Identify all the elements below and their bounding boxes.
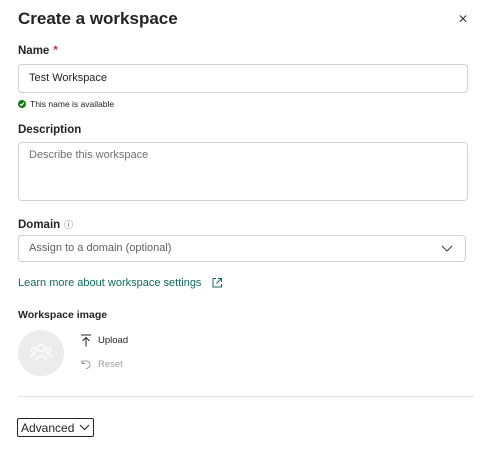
name-label: Name * <box>18 45 58 57</box>
upload-icon <box>81 334 91 347</box>
people-group-icon <box>29 344 53 361</box>
workspace-name-input[interactable]: Test Workspace <box>18 64 468 93</box>
chevron-down-icon <box>79 424 90 431</box>
check-circle-icon <box>18 100 26 108</box>
name-availability-status: This name is available <box>18 99 114 109</box>
description-label: Description <box>18 124 82 136</box>
required-marker: * <box>53 45 58 57</box>
external-link-icon <box>211 277 223 289</box>
chevron-down-icon <box>441 245 453 252</box>
undo-icon <box>81 360 91 369</box>
upload-label: Upload <box>98 335 129 346</box>
dialog-title: Create a workspace <box>18 9 178 28</box>
advanced-label: Advanced <box>21 420 75 435</box>
advanced-toggle-button[interactable]: Advanced <box>17 418 95 437</box>
description-textarea[interactable]: Describe this workspace <box>18 142 468 201</box>
domain-label-text: Domain <box>18 219 61 231</box>
info-icon[interactable]: ⓘ <box>64 220 73 230</box>
learn-more-text: Learn more about workspace settings <box>18 277 202 289</box>
availability-text: This name is available <box>30 99 115 109</box>
reset-label: Reset <box>98 358 123 370</box>
close-icon[interactable]: ✕ <box>456 12 470 26</box>
domain-label: Domain ⓘ <box>18 218 73 231</box>
workspace-image-label: Workspace image <box>18 309 108 321</box>
reset-button[interactable]: Reset <box>80 358 123 370</box>
upload-button[interactable]: Upload <box>80 334 128 347</box>
divider <box>18 396 474 397</box>
learn-more-link[interactable]: Learn more about workspace settings <box>18 277 223 289</box>
name-label-text: Name <box>18 45 50 57</box>
domain-dropdown-value: Assign to a domain (optional) <box>29 242 172 254</box>
domain-dropdown[interactable]: Assign to a domain (optional) <box>18 235 466 262</box>
workspace-avatar <box>18 330 64 376</box>
